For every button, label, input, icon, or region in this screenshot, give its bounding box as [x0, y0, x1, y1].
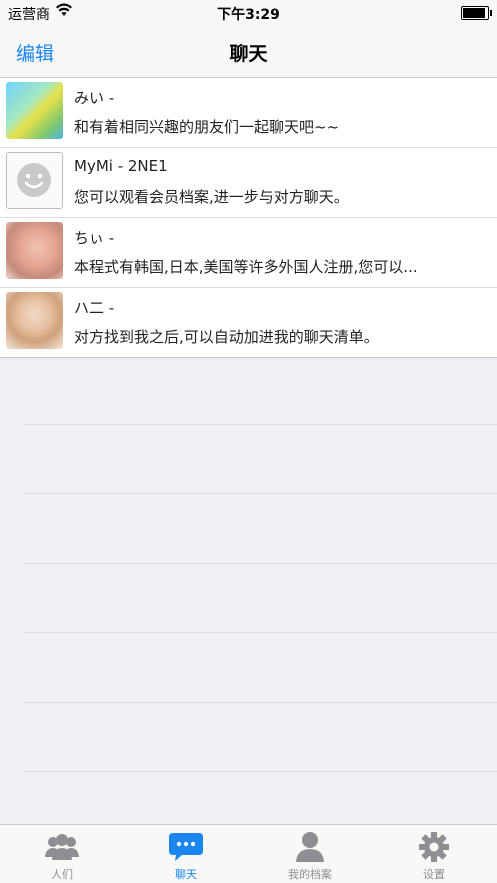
- chat-row[interactable]: MyMi - 2NE1 您可以观看会员档案,进一步与对方聊天。: [0, 148, 497, 218]
- chat-name: ハ二 -: [74, 299, 115, 317]
- gear-icon: [416, 831, 452, 863]
- tab-label: 我的档案: [288, 868, 332, 881]
- avatar: [6, 152, 63, 209]
- profile-icon: [292, 831, 328, 863]
- avatar: [6, 82, 63, 139]
- divider: [24, 563, 497, 564]
- avatar: [6, 222, 63, 279]
- chat-row[interactable]: みい - 和有着相同兴趣的朋友们一起聊天吧~~: [0, 78, 497, 148]
- chat-row[interactable]: ハ二 - 对方找到我之后,可以自动加进我的聊天清单。: [0, 288, 497, 358]
- chat-preview: 本程式有韩国,日本,美国等许多外国人注册,您可以...: [74, 258, 418, 276]
- chat-preview: 对方找到我之后,可以自动加进我的聊天清单。: [74, 328, 379, 346]
- divider: [24, 632, 497, 633]
- chat-list: みい - 和有着相同兴趣的朋友们一起聊天吧~~ MyMi - 2NE1 您可以观…: [0, 78, 497, 358]
- avatar: [6, 292, 63, 349]
- tab-profile[interactable]: 我的档案: [248, 825, 372, 883]
- chat-preview: 和有着相同兴趣的朋友们一起聊天吧~~: [74, 118, 340, 136]
- tab-settings[interactable]: 设置: [372, 825, 496, 883]
- tab-label: 聊天: [175, 868, 197, 881]
- tab-people[interactable]: 人们: [0, 825, 124, 883]
- chat-name: ちぃ -: [74, 229, 115, 247]
- smiley-icon: [17, 163, 51, 197]
- tab-chat[interactable]: 聊天: [124, 825, 248, 883]
- chat-icon: [168, 831, 204, 863]
- divider: [24, 771, 497, 772]
- clock: 下午3:29: [217, 7, 280, 23]
- divider: [24, 493, 497, 494]
- tab-label: 人们: [51, 868, 73, 881]
- navigation-bar: 编辑 聊天: [0, 26, 497, 78]
- chat-row[interactable]: ちぃ - 本程式有韩国,日本,美国等许多外国人注册,您可以...: [0, 218, 497, 288]
- chat-name: みい -: [74, 89, 115, 107]
- chat-name: MyMi - 2NE1: [74, 157, 168, 175]
- tab-bar: 人们 聊天 我的档案 设置: [0, 824, 497, 883]
- page-title: 聊天: [229, 43, 268, 65]
- status-bar: 运营商 下午3:29: [0, 0, 497, 26]
- chat-preview: 您可以观看会员档案,进一步与对方聊天。: [74, 188, 349, 206]
- divider: [24, 702, 497, 703]
- battery-icon: [461, 6, 492, 20]
- divider: [24, 424, 497, 425]
- empty-list-area: [0, 355, 497, 825]
- people-icon: [44, 831, 80, 863]
- tab-label: 设置: [423, 868, 445, 881]
